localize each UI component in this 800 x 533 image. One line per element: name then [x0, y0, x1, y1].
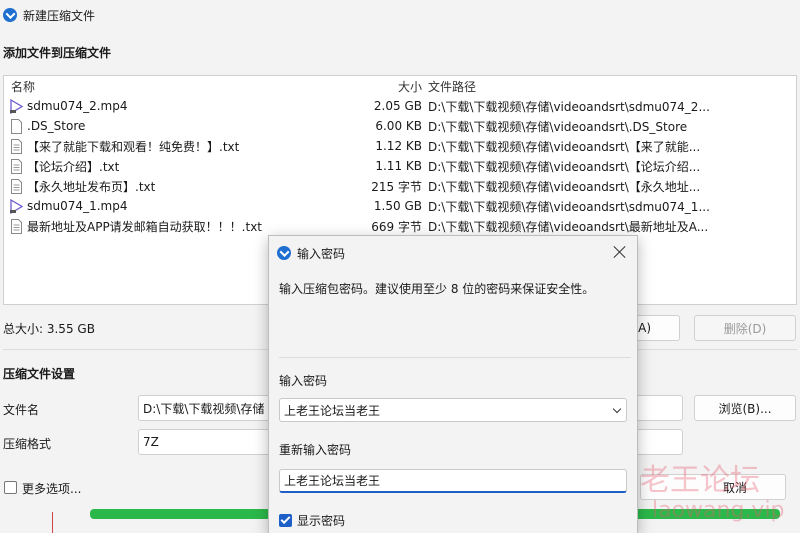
file-name: sdmu074_1.mp4: [27, 199, 128, 213]
marker-line: [52, 512, 53, 533]
more-options-label: 更多选项...: [22, 482, 82, 496]
dialog-divider: [279, 357, 631, 358]
close-icon[interactable]: [613, 245, 627, 259]
file-size: 1.11 KB: [375, 159, 422, 173]
dialog-title-bar: 输入密码: [269, 236, 637, 270]
total-size: 总大小: 3.55 GB: [3, 322, 95, 336]
file-name-cell: .DS_Store: [4, 118, 344, 134]
file-path: D:\下载\下载视频\存储\videoandsrt\【永久地址...: [428, 179, 701, 194]
file-icon: [11, 118, 22, 134]
file-path: D:\下载\下载视频\存储\videoandsrt\最新地址及A...: [428, 219, 709, 234]
password-label: 输入密码: [279, 374, 328, 388]
app-logo-icon: [3, 8, 17, 22]
table-row[interactable]: 最新地址及APP请发邮箱自动获取！！！.txt 669 字节 D:\下载\下载视频\…: [4, 216, 796, 236]
watermark-url: laowang.vip: [652, 498, 785, 523]
file-size: 215 字节: [371, 179, 422, 194]
filename-label: 文件名: [3, 403, 40, 417]
column-header-size[interactable]: 大小: [344, 78, 422, 95]
file-size: 6.00 KB: [375, 119, 422, 133]
dialog-description: 输入压缩包密码。建议使用至少 8 位的密码来保证安全性。: [279, 282, 595, 296]
dialog-logo-icon: [277, 246, 291, 260]
file-name: sdmu074_2.mp4: [27, 99, 128, 113]
window-title: 新建压缩文件: [23, 8, 96, 23]
confirm-password-input[interactable]: 上老王论坛当老王: [279, 469, 627, 493]
file-rows: sdmu074_2.mp4 2.05 GB D:\下载\下载视频\存储\videoa…: [4, 96, 796, 236]
table-row[interactable]: 【论坛介绍】.txt 1.11 KB D:\下载\下载视频\存储\videoands…: [4, 156, 796, 176]
video-file-icon: [10, 98, 24, 114]
file-name-cell: 【来了就能下载和观看！纯免费！】.txt: [4, 138, 344, 155]
file-path: D:\下载\下载视频\存储\videoandsrt\sdmu074_1...: [428, 199, 710, 214]
delete-button[interactable]: 删除(D): [694, 315, 796, 341]
file-path: D:\下载\下载视频\存储\videoandsrt\【论坛介绍...: [428, 159, 701, 174]
confirm-password-value: 上老王论坛当老王: [284, 474, 381, 488]
title-bar: 新建压缩文件: [0, 0, 800, 30]
text-file-icon: [11, 158, 22, 174]
table-row[interactable]: .DS_Store 6.00 KB D:\下载\下载视频\存储\videoandsr…: [4, 116, 796, 136]
file-name-cell: 最新地址及APP请发邮箱自动获取！！！.txt: [4, 218, 344, 235]
file-name: 【来了就能下载和观看！纯免费！】.txt: [27, 139, 240, 154]
file-name-cell: sdmu074_1.mp4: [4, 198, 344, 214]
column-header-path[interactable]: 文件路径: [422, 78, 712, 95]
more-options-checkbox[interactable]: [4, 481, 17, 494]
chevron-down-icon[interactable]: [612, 404, 622, 414]
file-path: D:\下载\下载视频\存储\videoandsrt\.DS_Store: [428, 119, 688, 134]
table-row[interactable]: sdmu074_2.mp4 2.05 GB D:\下载\下载视频\存储\videoa…: [4, 96, 796, 116]
file-path: D:\下载\下载视频\存储\videoandsrt\【来了就能...: [428, 139, 701, 154]
file-size: 1.12 KB: [375, 139, 422, 153]
file-name: .DS_Store: [27, 119, 86, 133]
table-row[interactable]: 【来了就能下载和观看！纯免费！】.txt 1.12 KB D:\下载\下载视频\存储…: [4, 136, 796, 156]
dialog-title: 输入密码: [297, 246, 346, 261]
show-password-checkbox[interactable]: [279, 514, 292, 527]
password-value: 上老王论坛当老王: [284, 403, 381, 418]
file-size: 669 字节: [371, 219, 422, 234]
watermark-text: 老王论坛: [640, 463, 760, 498]
file-name: 【论坛介绍】.txt: [27, 159, 120, 174]
password-dialog: 输入密码 输入压缩包密码。建议使用至少 8 位的密码来保证安全性。 输入密码 上…: [268, 235, 638, 533]
file-name-cell: sdmu074_2.mp4: [4, 98, 344, 114]
settings-heading: 压缩文件设置: [3, 367, 76, 381]
text-file-icon: [11, 218, 22, 234]
text-file-icon: [11, 138, 22, 154]
file-path: D:\下载\下载视频\存储\videoandsrt\sdmu074_2...: [428, 99, 710, 114]
column-header-name[interactable]: 名称: [4, 78, 344, 95]
file-name: 最新地址及APP请发邮箱自动获取！！！.txt: [27, 219, 263, 234]
file-size: 1.50 GB: [373, 199, 422, 213]
format-label: 压缩格式: [3, 437, 52, 451]
add-files-heading: 添加文件到压缩文件: [3, 46, 112, 60]
file-name-cell: 【论坛介绍】.txt: [4, 158, 344, 175]
file-list-header: 名称 大小 文件路径: [4, 76, 796, 96]
confirm-password-label: 重新输入密码: [279, 443, 352, 457]
file-size: 2.05 GB: [373, 99, 422, 113]
browse-button[interactable]: 浏览(B)...: [694, 395, 796, 421]
table-row[interactable]: 【永久地址发布页】.txt 215 字节 D:\下载\下载视频\存储\videoan…: [4, 176, 796, 196]
file-name: 【永久地址发布页】.txt: [27, 179, 156, 194]
video-file-icon: [10, 198, 24, 214]
table-row[interactable]: sdmu074_1.mp4 1.50 GB D:\下载\下载视频\存储\videoa…: [4, 196, 796, 216]
text-file-icon: [11, 178, 22, 194]
show-password-label: 显示密码: [297, 514, 346, 528]
file-name-cell: 【永久地址发布页】.txt: [4, 178, 344, 195]
password-input[interactable]: 上老王论坛当老王: [279, 398, 627, 422]
